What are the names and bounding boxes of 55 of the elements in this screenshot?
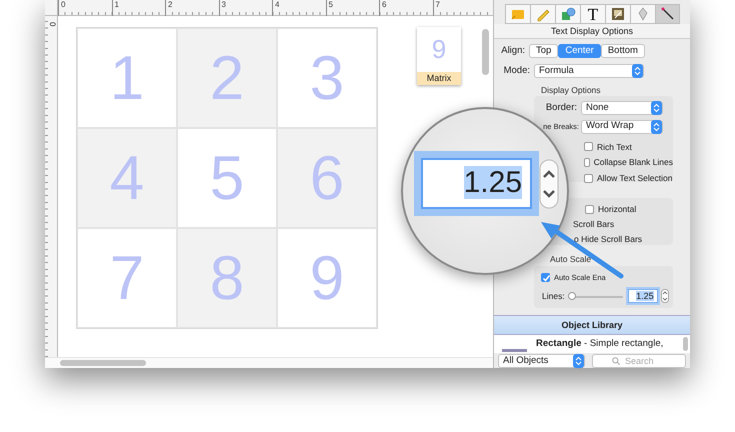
stepper-icon xyxy=(651,101,662,116)
search-icon xyxy=(612,357,620,365)
stepper-icon[interactable] xyxy=(660,289,669,304)
picture-icon xyxy=(610,6,626,22)
library-header: Object Library xyxy=(494,315,690,335)
matrix-widget-label: Matrix xyxy=(417,72,461,85)
checkbox[interactable] xyxy=(541,273,550,282)
stepper-icon xyxy=(651,120,662,134)
slider-thumb[interactable] xyxy=(568,292,576,300)
rectangle-swatch xyxy=(502,349,527,352)
checkbox-label: Rich Text xyxy=(597,140,632,154)
stepper-icon xyxy=(632,64,643,78)
option-label: Scroll Bars xyxy=(573,218,614,231)
search-field[interactable]: Search xyxy=(592,354,686,368)
group-title: Display Options xyxy=(541,84,602,96)
number-field[interactable]: 1.25 xyxy=(628,289,658,304)
scrollbar-thumb[interactable] xyxy=(683,337,688,351)
checkbox[interactable] xyxy=(585,205,594,214)
segment-tab[interactable]: Top xyxy=(529,44,558,58)
option-label: o Hide Scroll Bars xyxy=(574,232,642,246)
checkbox[interactable] xyxy=(584,158,590,168)
field-label: Align: xyxy=(500,44,526,58)
line-breaks-select[interactable]: Word Wrap xyxy=(581,120,663,134)
text-tool-button[interactable]: T xyxy=(580,4,605,24)
matrix-cell: 5 xyxy=(177,128,277,228)
filter-select[interactable]: All Objects xyxy=(498,354,585,368)
checkbox-label: Collapse Blank Lines xyxy=(594,156,673,169)
field-label: Border: xyxy=(544,101,578,116)
tool-button[interactable] xyxy=(605,4,630,24)
checkbox[interactable] xyxy=(584,174,593,183)
border-select[interactable]: None xyxy=(581,101,663,116)
matrix-widget-number: 9 xyxy=(430,33,448,66)
matrix-cell: 7 xyxy=(77,228,177,328)
scrollbar-thumb[interactable] xyxy=(60,360,146,366)
matrix-widget[interactable]: 9 Matrix xyxy=(417,27,461,85)
ruler-number: 0 xyxy=(47,22,58,28)
wand-icon xyxy=(660,6,676,22)
panel-title: Text Display Options xyxy=(494,24,690,39)
checkbox-label: Horizontal xyxy=(598,203,636,216)
scrollbar-thumb[interactable] xyxy=(482,29,489,75)
magnified-stepper-icon xyxy=(539,159,559,209)
slider-track[interactable] xyxy=(568,292,623,300)
field-label: Lines: xyxy=(542,290,565,303)
matrix-cell: 9 xyxy=(277,228,377,328)
segment-tab[interactable]: Bottom xyxy=(600,44,645,58)
matrix-cell: 3 xyxy=(277,28,377,128)
checkbox-label: Allow Text Selection xyxy=(597,172,672,185)
tool-button[interactable] xyxy=(555,4,580,24)
mode-select[interactable]: Formula xyxy=(534,64,644,78)
field-label: Mode: xyxy=(502,64,531,78)
tool-button[interactable] xyxy=(655,4,680,24)
checkbox[interactable] xyxy=(584,142,593,152)
group-title: Auto Scale xyxy=(550,253,592,266)
matrix-cell: 1 xyxy=(77,28,177,128)
shapes-icon xyxy=(560,6,576,22)
